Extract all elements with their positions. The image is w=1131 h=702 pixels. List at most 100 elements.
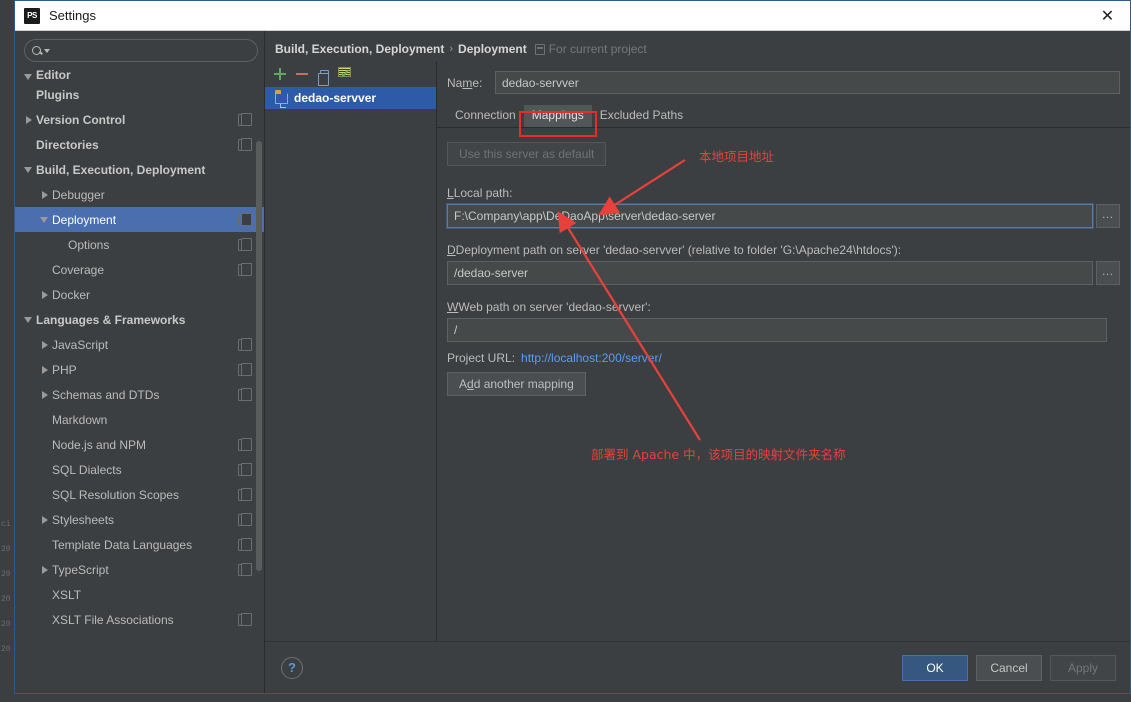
background-window-strip: ci 20 20 20 20 20 [0, 0, 14, 702]
web-path-label: WWeb path on server 'dedao-servver': [447, 300, 651, 314]
chevron-right-icon[interactable] [39, 514, 50, 525]
deployment-path-browse-button[interactable]: … [1096, 261, 1120, 285]
sidebar-item-node-js-and-npm[interactable]: Node.js and NPM [15, 432, 265, 457]
plus-icon[interactable] [273, 67, 287, 81]
search-input[interactable] [50, 42, 257, 59]
sidebar-item-label: Languages & Frameworks [36, 312, 186, 327]
sidebar-item-directories[interactable]: Directories [15, 132, 265, 157]
use-server-as-default-button[interactable]: Use this server as default [447, 142, 607, 166]
sidebar-item-label: Deployment [52, 212, 117, 227]
local-server-icon [275, 89, 288, 108]
chevron-down-icon[interactable] [23, 71, 34, 82]
chevron-right-icon[interactable] [39, 389, 50, 400]
sidebar-item-stylesheets[interactable]: Stylesheets [15, 507, 265, 532]
sidebar-item-javascript[interactable]: JavaScript [15, 332, 265, 357]
chevron-down-icon[interactable] [23, 164, 34, 175]
copy-icon[interactable] [318, 69, 329, 86]
sidebar-item-label: SQL Resolution Scopes [52, 487, 179, 502]
sidebar-item-label: Debugger [52, 187, 105, 202]
sidebar-item-xslt-file-associations[interactable]: XSLT File Associations [15, 607, 265, 632]
background-line: 20 [1, 545, 11, 554]
sidebar-item-plugins[interactable]: Plugins [15, 82, 265, 107]
settings-sync-icon [238, 437, 252, 451]
deployment-path-row: … [447, 261, 1120, 285]
sidebar-item-debugger[interactable]: Debugger [15, 182, 265, 207]
breadcrumb-separator: › [449, 43, 454, 55]
sidebar-item-sql-dialects[interactable]: SQL Dialects [15, 457, 265, 482]
local-path-browse-button[interactable]: … [1096, 204, 1120, 228]
chevron-right-icon[interactable] [39, 564, 50, 575]
sidebar-item-markdown[interactable]: Markdown [15, 407, 265, 432]
chevron-down-icon[interactable] [39, 214, 50, 225]
sidebar-item-editor[interactable]: Editor [15, 68, 265, 82]
sidebar-item-build-execution-deployment[interactable]: Build, Execution, Deployment [15, 157, 265, 182]
local-path-input[interactable] [446, 203, 1094, 229]
help-icon[interactable]: ? [281, 656, 303, 679]
chevron-right-icon[interactable] [39, 364, 50, 375]
sidebar-item-sql-resolution-scopes[interactable]: SQL Resolution Scopes [15, 482, 265, 507]
deployment-path-input[interactable] [447, 261, 1093, 285]
tab-excluded-paths[interactable]: Excluded Paths [592, 105, 691, 127]
local-path-label: LLocal path: [447, 186, 513, 200]
tab-mappings[interactable]: Mappings [523, 105, 592, 127]
name-label: Name: [447, 75, 483, 90]
settings-sync-icon [238, 462, 252, 476]
chevron-right-icon[interactable] [23, 114, 34, 125]
sidebar-item-label: PHP [52, 362, 77, 377]
sidebar-item-label: Stylesheets [52, 512, 115, 527]
chevron-right-icon[interactable] [39, 189, 50, 200]
sidebar-item-label: Editor [36, 68, 71, 82]
server-list-item[interactable]: dedao-servver [265, 87, 436, 109]
breadcrumb-current: Deployment [458, 42, 527, 56]
cancel-button[interactable]: Cancel [976, 654, 1042, 681]
settings-tree[interactable]: Editor Plugins Version Control Directories B… [15, 66, 265, 693]
server-list-column: dedao-servver [265, 61, 437, 641]
local-path-row: … [446, 203, 1120, 229]
mappings-tab-panel: Use this server as default LLocal path: … [446, 128, 1120, 641]
background-line: 20 [1, 645, 11, 654]
sidebar-item-xslt[interactable]: XSLT [15, 582, 265, 607]
ok-button[interactable]: OK [902, 654, 968, 681]
settings-sync-icon [238, 512, 252, 526]
close-icon[interactable]: ✕ [1085, 1, 1130, 30]
sidebar-item-template-data-languages[interactable]: Template Data Languages [15, 532, 265, 557]
server-toolbar [265, 61, 436, 87]
project-scope-icon [534, 43, 545, 55]
sidebar-item-languages-frameworks[interactable]: Languages & Frameworks [15, 307, 265, 332]
chevron-right-icon[interactable] [39, 339, 50, 350]
tab-connection[interactable]: Connection [447, 105, 524, 127]
chevron-right-icon[interactable] [39, 289, 50, 300]
sidebar-item-label: Docker [52, 287, 91, 302]
sidebar-item-coverage[interactable]: Coverage [15, 257, 265, 282]
check-list-icon[interactable] [337, 67, 351, 81]
project-url-link[interactable]: http://localhost:200/server/ [521, 351, 662, 365]
sidebar-item-options[interactable]: Options [15, 232, 265, 257]
add-another-mapping-button[interactable]: Add another mapping [447, 372, 586, 396]
background-line: ci [1, 520, 11, 529]
sidebar-item-deployment[interactable]: Deployment [15, 207, 265, 232]
sidebar-item-schemas-and-dtds[interactable]: Schemas and DTDs [15, 382, 265, 407]
apply-button[interactable]: Apply [1050, 654, 1116, 681]
window-title: Settings [49, 8, 96, 23]
web-path-input[interactable] [447, 318, 1107, 342]
tree-scrollbar[interactable] [256, 141, 262, 571]
search-box[interactable] [24, 39, 258, 62]
search-wrapper [15, 31, 265, 66]
chevron-down-icon[interactable] [23, 314, 34, 325]
phpstorm-icon: PS [24, 7, 40, 24]
background-window-bottom [0, 694, 1131, 702]
sidebar-item-php[interactable]: PHP [15, 357, 265, 382]
minus-icon[interactable] [295, 67, 309, 81]
sidebar-item-docker[interactable]: Docker [15, 282, 265, 307]
breadcrumb-root[interactable]: Build, Execution, Deployment [275, 42, 444, 56]
sidebar-item-version-control[interactable]: Version Control [15, 107, 265, 132]
settings-sync-icon [238, 237, 252, 251]
sidebar-item-label: Plugins [36, 87, 80, 102]
name-input[interactable] [495, 71, 1120, 94]
settings-sync-icon [238, 112, 252, 126]
sidebar-item-typescript[interactable]: TypeScript [15, 557, 265, 582]
